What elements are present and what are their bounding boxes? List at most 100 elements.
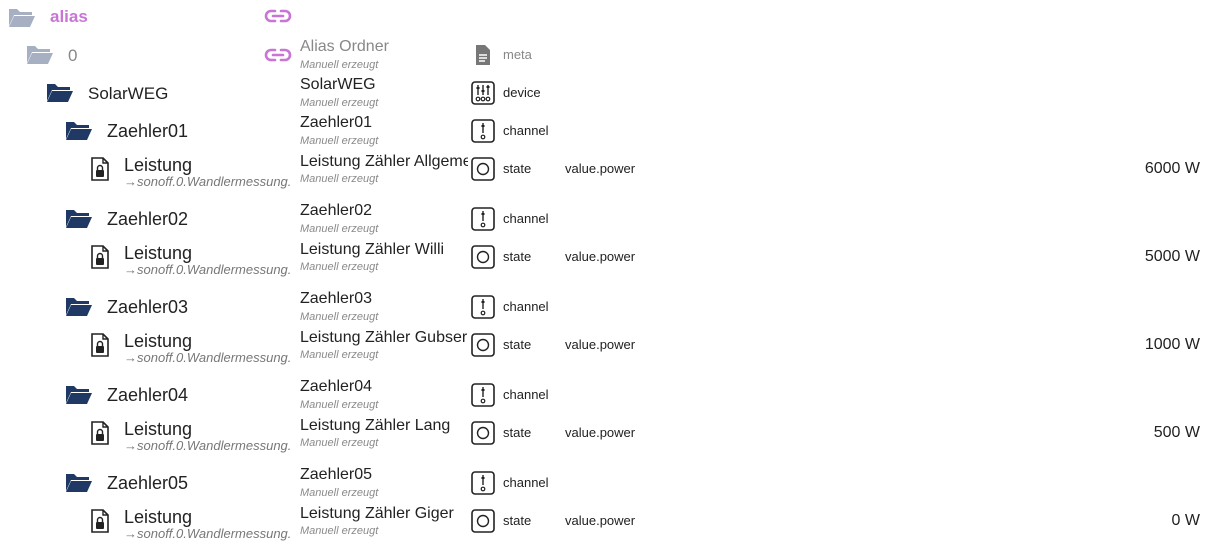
object-type: state xyxy=(503,337,532,352)
object-note: Manuell erzeugt xyxy=(300,311,379,323)
object-name: Leistung Zähler Lang xyxy=(300,417,451,434)
state-icon xyxy=(471,157,495,181)
object-note: Manuell erzeugt xyxy=(300,349,379,361)
tree-label[interactable]: Zaehler05 xyxy=(107,473,188,494)
channel-icon xyxy=(471,119,495,143)
tree-label[interactable]: Zaehler03 xyxy=(107,297,188,318)
object-type: state xyxy=(503,249,532,264)
tree-label[interactable]: Leistung xyxy=(124,507,192,528)
tree-row-state[interactable]: Leistung →sonoff.0.Wandlermessung. Leist… xyxy=(0,240,1226,278)
tree-row-channel[interactable]: Zaehler02 Zaehler02 Manuell erzeugt chan… xyxy=(0,202,1226,240)
file-lock-icon xyxy=(91,245,109,269)
tree-row-channel[interactable]: Zaehler03 Zaehler03 Manuell erzeugt chan… xyxy=(0,290,1226,328)
tree-label[interactable]: alias xyxy=(50,7,88,27)
object-type: state xyxy=(503,425,532,440)
object-name: Zaehler02 xyxy=(300,202,373,219)
file-icon xyxy=(476,45,490,65)
object-note: Manuell erzeugt xyxy=(300,173,379,185)
object-name: SolarWEG xyxy=(300,76,376,93)
alias-target: →sonoff.0.Wandlermessung. xyxy=(124,438,292,453)
object-role: value.power xyxy=(565,425,636,440)
alias-target: →sonoff.0.Wandlermessung. xyxy=(124,174,292,189)
object-type: channel xyxy=(503,475,549,490)
tree-row-state[interactable]: Leistung →sonoff.0.Wandlermessung. Leist… xyxy=(0,416,1226,454)
channel-icon xyxy=(471,383,495,407)
object-name: Alias Ordner xyxy=(300,38,389,55)
file-lock-icon xyxy=(91,509,109,533)
object-note: Manuell erzeugt xyxy=(300,399,379,411)
state-icon xyxy=(471,509,495,533)
folder-open-icon[interactable] xyxy=(64,119,94,141)
state-value[interactable]: 5000 W xyxy=(1145,248,1200,266)
alias-target: →sonoff.0.Wandlermessung. xyxy=(124,526,292,541)
object-name: Leistung Zähler Willi xyxy=(300,241,445,258)
alias-target: →sonoff.0.Wandlermessung. xyxy=(124,350,292,365)
tree-label[interactable]: SolarWEG xyxy=(88,84,168,104)
object-type: channel xyxy=(503,299,549,314)
object-type: device xyxy=(503,85,541,100)
object-type: meta xyxy=(503,47,532,62)
object-name: Zaehler01 xyxy=(300,114,373,131)
state-icon xyxy=(471,333,495,357)
object-name: Zaehler04 xyxy=(300,378,373,395)
tree-row-0[interactable]: 0 Alias Ordner Manuell erzeugt meta xyxy=(0,38,1226,76)
file-lock-icon xyxy=(91,157,109,181)
object-note: Manuell erzeugt xyxy=(300,135,379,147)
state-value[interactable]: 6000 W xyxy=(1145,160,1200,178)
object-role: value.power xyxy=(565,337,636,352)
folder-open-icon[interactable] xyxy=(45,81,75,103)
object-name: Leistung Zähler Gubser xyxy=(300,329,468,346)
object-role: value.power xyxy=(565,513,636,528)
tree-label[interactable]: 0 xyxy=(68,46,77,66)
tree-row-state[interactable]: Leistung →sonoff.0.Wandlermessung. Leist… xyxy=(0,504,1226,542)
object-role: value.power xyxy=(565,249,636,264)
object-role: value.power xyxy=(565,161,636,176)
file-lock-icon xyxy=(91,421,109,445)
tree-label[interactable]: Zaehler01 xyxy=(107,121,188,142)
tree-row-channel[interactable]: Zaehler05 Zaehler05 Manuell erzeugt chan… xyxy=(0,466,1226,504)
object-note: Manuell erzeugt xyxy=(300,223,379,235)
link-icon xyxy=(264,48,292,62)
folder-open-icon[interactable] xyxy=(26,43,54,65)
object-name: Zaehler03 xyxy=(300,290,373,307)
tree-label[interactable]: Leistung xyxy=(124,419,192,440)
object-type: state xyxy=(503,513,532,528)
tree-row-alias[interactable]: alias xyxy=(0,0,1226,38)
tree-label[interactable]: Zaehler04 xyxy=(107,385,188,406)
tree-label[interactable]: Leistung xyxy=(124,243,192,264)
link-icon xyxy=(264,9,292,23)
object-note: Manuell erzeugt xyxy=(300,437,379,449)
object-name: Zaehler05 xyxy=(300,466,373,483)
folder-open-icon[interactable] xyxy=(64,295,94,317)
tree-row-state[interactable]: Leistung →sonoff.0.Wandlermessung. Leist… xyxy=(0,152,1226,190)
folder-open-icon[interactable] xyxy=(64,383,94,405)
object-note: Manuell erzeugt xyxy=(300,97,379,109)
tree-row-solarweg[interactable]: SolarWEG SolarWEG Manuell erzeugt device xyxy=(0,76,1226,114)
object-name: Leistung Zähler Allgemein xyxy=(300,153,468,170)
state-icon xyxy=(471,245,495,269)
object-type: channel xyxy=(503,123,549,138)
state-icon xyxy=(471,421,495,445)
alias-target: →sonoff.0.Wandlermessung. xyxy=(124,262,292,277)
folder-open-icon[interactable] xyxy=(8,6,36,28)
channel-icon xyxy=(471,295,495,319)
tree-label[interactable]: Leistung xyxy=(124,155,192,176)
object-note: Manuell erzeugt xyxy=(300,487,379,499)
tree-label[interactable]: Zaehler02 xyxy=(107,209,188,230)
channel-icon xyxy=(471,207,495,231)
file-lock-icon xyxy=(91,333,109,357)
state-value[interactable]: 500 W xyxy=(1154,424,1200,442)
tree-row-channel[interactable]: Zaehler04 Zaehler04 Manuell erzeugt chan… xyxy=(0,378,1226,416)
folder-open-icon[interactable] xyxy=(64,207,94,229)
channel-icon xyxy=(471,471,495,495)
tree-row-channel[interactable]: Zaehler01 Zaehler01 Manuell erzeugt chan… xyxy=(0,114,1226,152)
folder-open-icon[interactable] xyxy=(64,471,94,493)
state-value[interactable]: 0 W xyxy=(1172,512,1200,530)
object-name: Leistung Zähler Giger xyxy=(300,505,454,522)
object-type: channel xyxy=(503,211,549,226)
tree-row-state[interactable]: Leistung →sonoff.0.Wandlermessung. Leist… xyxy=(0,328,1226,366)
state-value[interactable]: 1000 W xyxy=(1145,336,1200,354)
tree-label[interactable]: Leistung xyxy=(124,331,192,352)
object-note: Manuell erzeugt xyxy=(300,59,379,71)
object-note: Manuell erzeugt xyxy=(300,525,379,537)
